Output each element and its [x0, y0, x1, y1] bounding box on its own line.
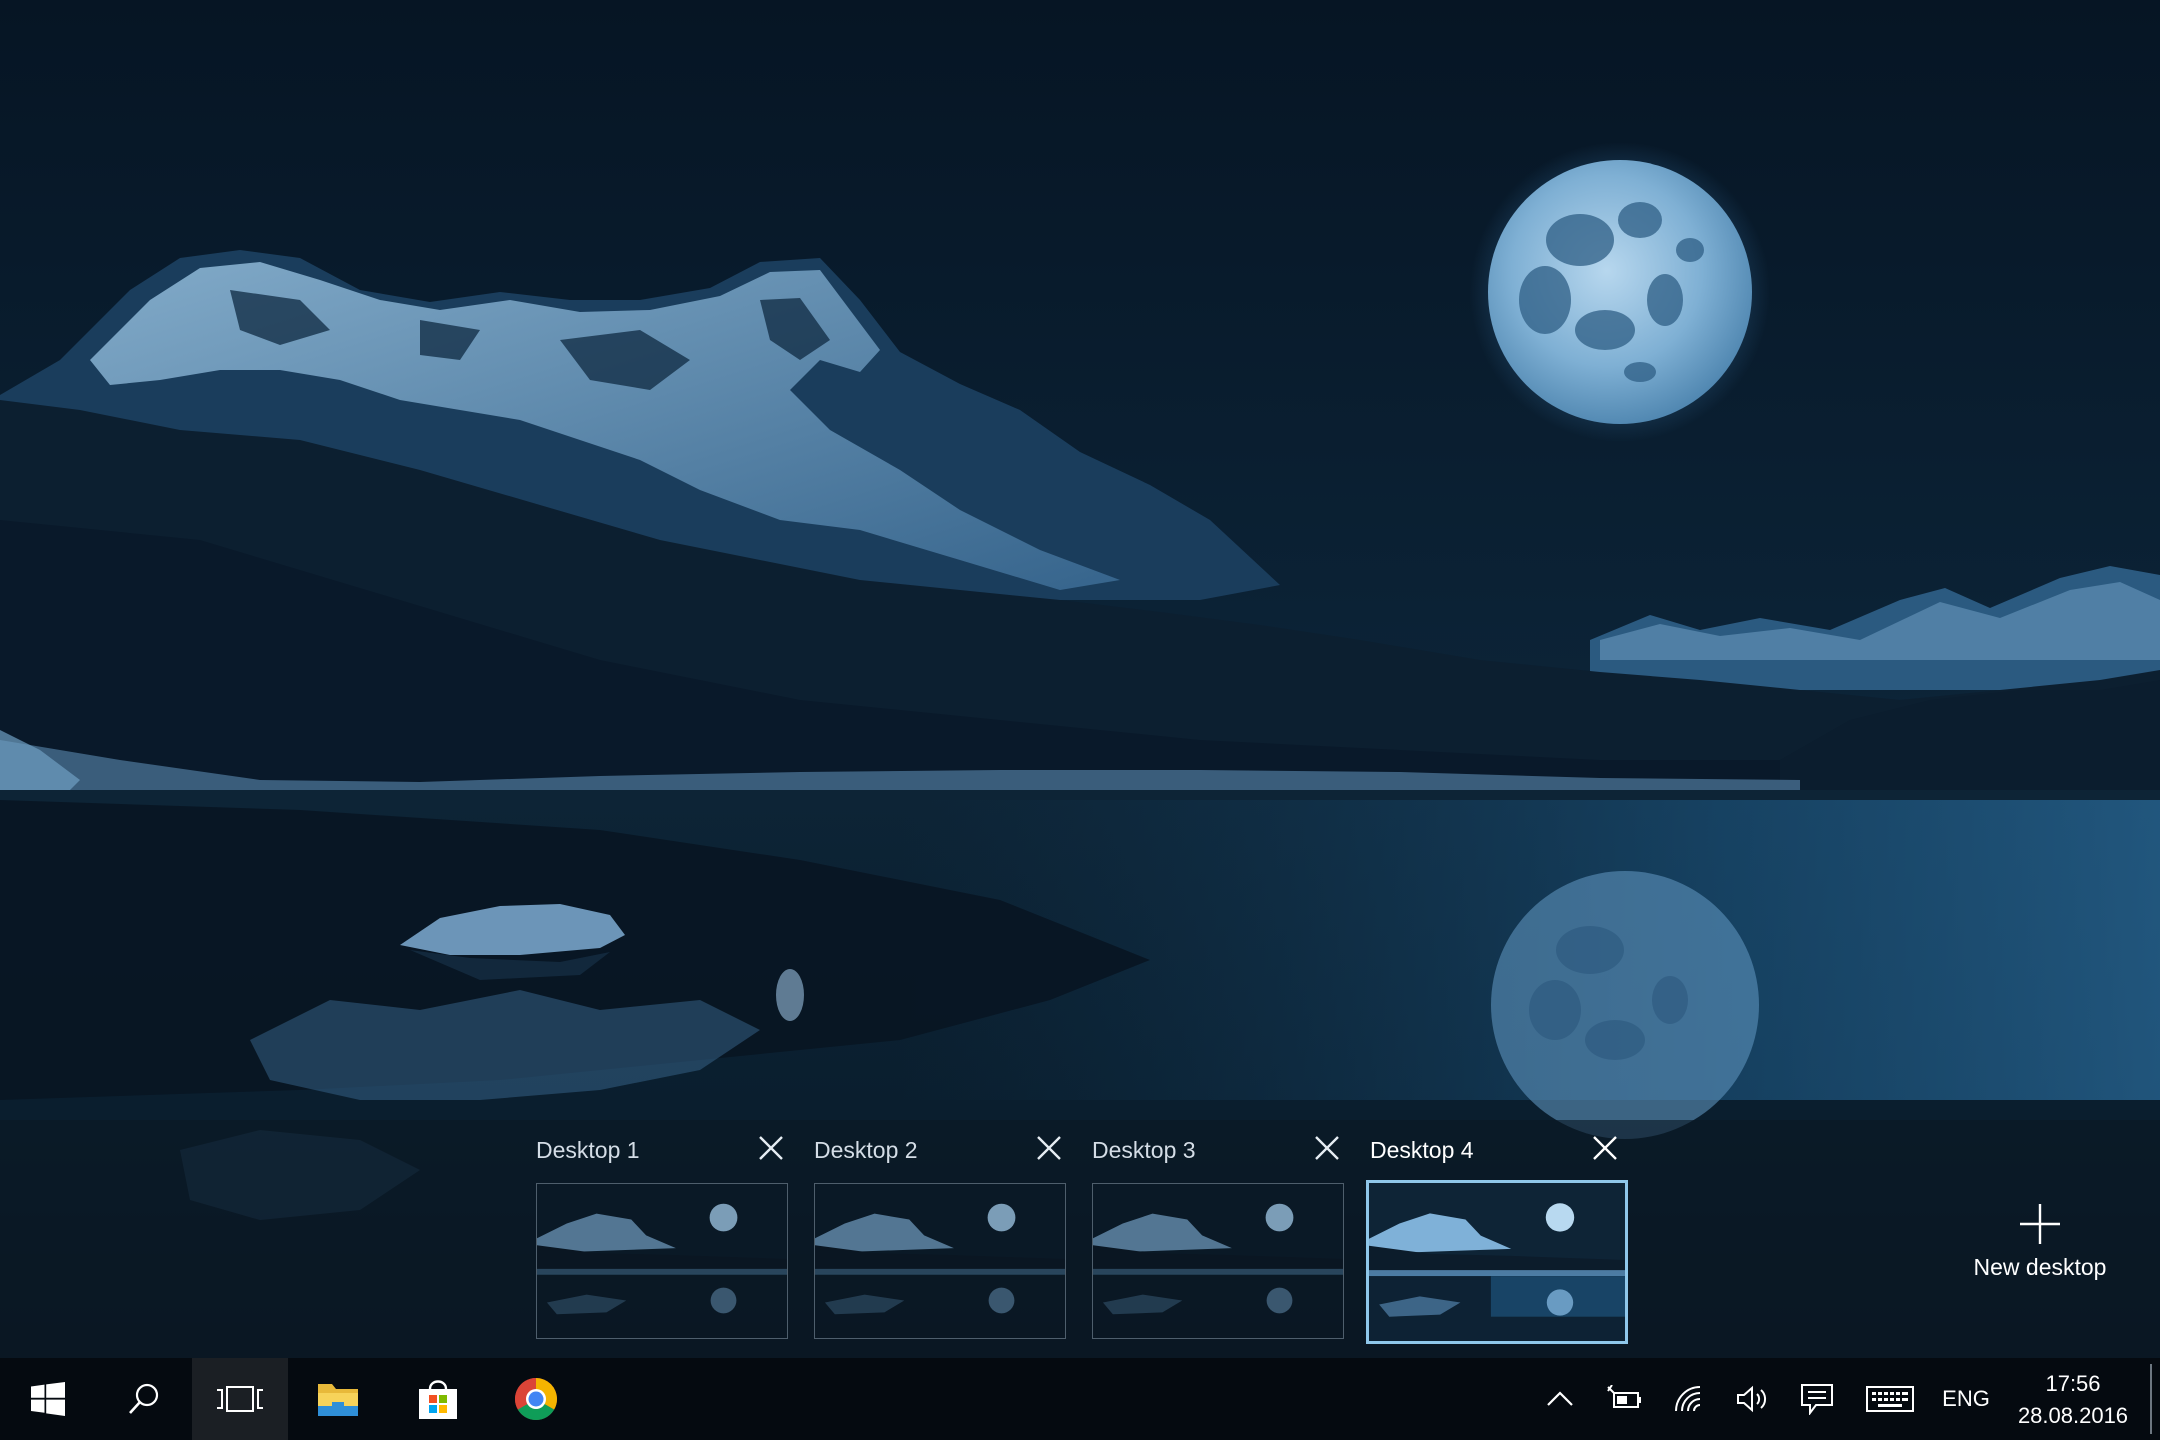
desktop-3-card[interactable]: Desktop 3 [1092, 1131, 1346, 1347]
desktop-4-card[interactable]: Desktop 4 [1366, 1131, 1628, 1347]
input-language-indicator[interactable]: ENG [1934, 1358, 1998, 1440]
desktop-label: Desktop 4 [1370, 1137, 1474, 1163]
store-button[interactable] [390, 1358, 486, 1440]
file-explorer-icon [318, 1384, 358, 1416]
plus-icon [2020, 1204, 2060, 1244]
volume-icon [1737, 1385, 1767, 1413]
taskbar: ENG 17:56 28.08.2016 [0, 1358, 2160, 1440]
desktop-label: Desktop 3 [1092, 1137, 1196, 1163]
task-view-desktop-strip [0, 1120, 2160, 1358]
touch-keyboard-button[interactable] [1858, 1358, 1922, 1440]
wifi-network-icon [1675, 1386, 1701, 1412]
desktop-1-card[interactable]: Desktop 1 [536, 1131, 790, 1347]
close-icon [1593, 1136, 1617, 1160]
desktop-label: Desktop 1 [536, 1137, 640, 1163]
search-icon [129, 1383, 159, 1414]
search-button[interactable] [96, 1358, 192, 1440]
show-hidden-icons-button[interactable] [1542, 1358, 1578, 1440]
start-button[interactable] [0, 1358, 96, 1440]
desktop-2-card[interactable]: Desktop 2 [814, 1131, 1068, 1347]
desktop-thumbnail[interactable] [1092, 1183, 1344, 1339]
screen: Desktop 1 Desktop 2 Desktop 3 Desktop 4 … [0, 0, 2160, 1440]
volume-button[interactable] [1728, 1358, 1778, 1440]
close-icon [1315, 1136, 1339, 1160]
clock[interactable]: 17:56 28.08.2016 [2008, 1368, 2138, 1432]
battery-power-icon [1607, 1385, 1641, 1408]
task-view-icon [217, 1386, 263, 1412]
task-view-button[interactable] [192, 1358, 288, 1440]
close-icon [759, 1136, 783, 1160]
new-desktop-label: New desktop [1973, 1254, 2107, 1280]
store-icon [419, 1380, 457, 1419]
close-icon [1037, 1136, 1061, 1160]
close-desktop-button[interactable] [754, 1131, 788, 1165]
clock-time: 17:56 [2045, 1371, 2101, 1396]
desktop-thumbnail[interactable] [814, 1183, 1066, 1339]
chrome-button[interactable] [488, 1358, 584, 1440]
action-center-button[interactable] [1790, 1358, 1844, 1440]
desktop-thumbnail[interactable] [536, 1183, 788, 1339]
start-windows-icon [31, 1382, 65, 1416]
chrome-icon [514, 1378, 557, 1421]
close-desktop-button[interactable] [1588, 1131, 1622, 1165]
close-desktop-button[interactable] [1032, 1131, 1066, 1165]
clock-date: 28.08.2016 [2017, 1403, 2129, 1428]
file-explorer-button[interactable] [290, 1358, 386, 1440]
desktop-thumbnail[interactable] [1366, 1180, 1628, 1344]
show-desktop-button[interactable] [2150, 1364, 2152, 1434]
close-desktop-button[interactable] [1310, 1131, 1344, 1165]
touch-keyboard-icon [1866, 1386, 1914, 1412]
action-center-icon [1801, 1384, 1833, 1415]
network-button[interactable] [1664, 1358, 1716, 1440]
new-desktop-button[interactable]: New desktop [1960, 1202, 2120, 1298]
battery-button[interactable] [1600, 1358, 1648, 1440]
show-hidden-icons-chevron-icon [1547, 1391, 1573, 1406]
desktop-label: Desktop 2 [814, 1137, 918, 1163]
